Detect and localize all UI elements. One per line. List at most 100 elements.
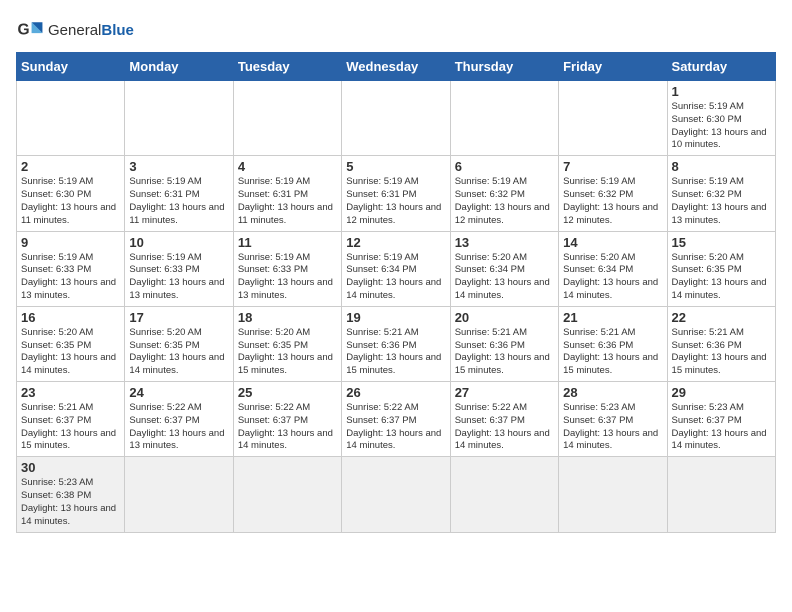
calendar-cell: 24 Sunrise: 5:22 AM Sunset: 6:37 PM Dayli…	[125, 382, 233, 457]
calendar-cell: 17 Sunrise: 5:20 AM Sunset: 6:35 PM Dayli…	[125, 306, 233, 381]
day-number: 24	[129, 385, 228, 400]
svg-text:G: G	[18, 22, 30, 39]
day-info: Sunrise: 5:19 AM Sunset: 6:31 PM Dayligh…	[129, 176, 228, 227]
day-info: Sunrise: 5:19 AM Sunset: 6:32 PM Dayligh…	[455, 176, 554, 227]
calendar-cell: 2Sunrise: 5:19 AM Sunset: 6:30 PM Daylig…	[17, 156, 125, 231]
calendar-cell: 20Sunrise: 5:21 AM Sunset: 6:36 PM Dayli…	[450, 306, 558, 381]
calendar-cell: 6Sunrise: 5:19 AM Sunset: 6:32 PM Daylig…	[450, 156, 558, 231]
day-number: 30	[21, 460, 120, 475]
day-number: 4	[238, 159, 337, 174]
calendar-cell	[125, 81, 233, 156]
day-info: Sunrise: 5:19 AM Sunset: 6:30 PM Dayligh…	[672, 101, 771, 152]
day-info: Sunrise: 5:20 AM Sunset: 6:35 PM Dayligh…	[672, 252, 771, 303]
day-info: Sunrise: 5:23 AM Sunset: 6:37 PM Dayligh…	[563, 402, 662, 453]
logo-text: GeneralBlue	[48, 22, 134, 39]
day-number: 1	[672, 84, 771, 99]
day-header-thursday: Thursday	[450, 53, 558, 81]
calendar-cell: 23 Sunrise: 5:21 AM Sunset: 6:37 PM Dayli…	[17, 382, 125, 457]
calendar-cell: 21 Sunrise: 5:21 AM Sunset: 6:36 PM Dayli…	[559, 306, 667, 381]
day-number: 23	[21, 385, 120, 400]
calendar-cell	[667, 457, 775, 532]
calendar-cell	[342, 457, 450, 532]
calendar-cell	[559, 457, 667, 532]
calendar-cell: 14 Sunrise: 5:20 AM Sunset: 6:34 PM Dayli…	[559, 231, 667, 306]
calendar-cell: 11Sunrise: 5:19 AM Sunset: 6:33 PM Dayli…	[233, 231, 341, 306]
day-header-monday: Monday	[125, 53, 233, 81]
calendar-cell	[233, 457, 341, 532]
calendar-cell: 27Sunrise: 5:22 AM Sunset: 6:37 PM Dayli…	[450, 382, 558, 457]
calendar-cell: 15 Sunrise: 5:20 AM Sunset: 6:35 PM Dayli…	[667, 231, 775, 306]
day-info: Sunrise: 5:22 AM Sunset: 6:37 PM Dayligh…	[346, 402, 445, 453]
calendar-cell: 19Sunrise: 5:21 AM Sunset: 6:36 PM Dayli…	[342, 306, 450, 381]
calendar-cell: 26 Sunrise: 5:22 AM Sunset: 6:37 PM Dayli…	[342, 382, 450, 457]
calendar-cell: 8 Sunrise: 5:19 AM Sunset: 6:32 PM Daylig…	[667, 156, 775, 231]
calendar-cell	[342, 81, 450, 156]
calendar-cell	[233, 81, 341, 156]
day-info: Sunrise: 5:20 AM Sunset: 6:34 PM Dayligh…	[455, 252, 554, 303]
day-number: 28	[563, 385, 662, 400]
week-row-6: 30Sunrise: 5:23 AM Sunset: 6:38 PM Dayli…	[17, 457, 776, 532]
day-info: Sunrise: 5:21 AM Sunset: 6:36 PM Dayligh…	[672, 327, 771, 378]
day-info: Sunrise: 5:19 AM Sunset: 6:32 PM Dayligh…	[672, 176, 771, 227]
day-number: 17	[129, 310, 228, 325]
week-row-1: 1 Sunrise: 5:19 AM Sunset: 6:30 PM Daylig…	[17, 81, 776, 156]
logo-icon: G	[16, 16, 44, 44]
day-info: Sunrise: 5:20 AM Sunset: 6:35 PM Dayligh…	[238, 327, 337, 378]
day-info: Sunrise: 5:22 AM Sunset: 6:37 PM Dayligh…	[238, 402, 337, 453]
calendar-cell: 7 Sunrise: 5:19 AM Sunset: 6:32 PM Daylig…	[559, 156, 667, 231]
calendar-cell: 28 Sunrise: 5:23 AM Sunset: 6:37 PM Dayli…	[559, 382, 667, 457]
day-info: Sunrise: 5:21 AM Sunset: 6:36 PM Dayligh…	[563, 327, 662, 378]
day-info: Sunrise: 5:19 AM Sunset: 6:32 PM Dayligh…	[563, 176, 662, 227]
day-number: 14	[563, 235, 662, 250]
day-header-sunday: Sunday	[17, 53, 125, 81]
calendar-cell: 12Sunrise: 5:19 AM Sunset: 6:34 PM Dayli…	[342, 231, 450, 306]
day-number: 3	[129, 159, 228, 174]
day-number: 8	[672, 159, 771, 174]
week-row-2: 2Sunrise: 5:19 AM Sunset: 6:30 PM Daylig…	[17, 156, 776, 231]
day-headers-row: SundayMondayTuesdayWednesdayThursdayFrid…	[17, 53, 776, 81]
day-info: Sunrise: 5:19 AM Sunset: 6:34 PM Dayligh…	[346, 252, 445, 303]
day-info: Sunrise: 5:23 AM Sunset: 6:37 PM Dayligh…	[672, 402, 771, 453]
calendar-cell: 29Sunrise: 5:23 AM Sunset: 6:37 PM Dayli…	[667, 382, 775, 457]
calendar-cell: 9Sunrise: 5:19 AM Sunset: 6:33 PM Daylig…	[17, 231, 125, 306]
calendar-cell: 18 Sunrise: 5:20 AM Sunset: 6:35 PM Dayli…	[233, 306, 341, 381]
day-number: 13	[455, 235, 554, 250]
day-number: 21	[563, 310, 662, 325]
day-number: 15	[672, 235, 771, 250]
day-number: 25	[238, 385, 337, 400]
day-info: Sunrise: 5:20 AM Sunset: 6:35 PM Dayligh…	[129, 327, 228, 378]
day-header-friday: Friday	[559, 53, 667, 81]
day-number: 18	[238, 310, 337, 325]
day-number: 5	[346, 159, 445, 174]
calendar-cell: 4Sunrise: 5:19 AM Sunset: 6:31 PM Daylig…	[233, 156, 341, 231]
calendar-cell	[559, 81, 667, 156]
day-info: Sunrise: 5:21 AM Sunset: 6:36 PM Dayligh…	[346, 327, 445, 378]
day-header-saturday: Saturday	[667, 53, 775, 81]
calendar-cell: 16Sunrise: 5:20 AM Sunset: 6:35 PM Dayli…	[17, 306, 125, 381]
day-info: Sunrise: 5:21 AM Sunset: 6:36 PM Dayligh…	[455, 327, 554, 378]
calendar-cell	[17, 81, 125, 156]
day-info: Sunrise: 5:19 AM Sunset: 6:33 PM Dayligh…	[21, 252, 120, 303]
calendar-cell: 3 Sunrise: 5:19 AM Sunset: 6:31 PM Daylig…	[125, 156, 233, 231]
week-row-4: 16Sunrise: 5:20 AM Sunset: 6:35 PM Dayli…	[17, 306, 776, 381]
day-number: 26	[346, 385, 445, 400]
day-info: Sunrise: 5:20 AM Sunset: 6:34 PM Dayligh…	[563, 252, 662, 303]
week-row-3: 9Sunrise: 5:19 AM Sunset: 6:33 PM Daylig…	[17, 231, 776, 306]
calendar-table: SundayMondayTuesdayWednesdayThursdayFrid…	[16, 52, 776, 533]
calendar-cell: 30Sunrise: 5:23 AM Sunset: 6:38 PM Dayli…	[17, 457, 125, 532]
calendar-cell: 25 Sunrise: 5:22 AM Sunset: 6:37 PM Dayli…	[233, 382, 341, 457]
day-info: Sunrise: 5:20 AM Sunset: 6:35 PM Dayligh…	[21, 327, 120, 378]
calendar-cell: 13 Sunrise: 5:20 AM Sunset: 6:34 PM Dayli…	[450, 231, 558, 306]
calendar-cell: 22Sunrise: 5:21 AM Sunset: 6:36 PM Dayli…	[667, 306, 775, 381]
logo: G GeneralBlue	[16, 16, 134, 44]
calendar-cell	[450, 81, 558, 156]
day-info: Sunrise: 5:19 AM Sunset: 6:33 PM Dayligh…	[129, 252, 228, 303]
day-info: Sunrise: 5:19 AM Sunset: 6:30 PM Dayligh…	[21, 176, 120, 227]
calendar-cell: 10Sunrise: 5:19 AM Sunset: 6:33 PM Dayli…	[125, 231, 233, 306]
day-info: Sunrise: 5:22 AM Sunset: 6:37 PM Dayligh…	[455, 402, 554, 453]
day-info: Sunrise: 5:19 AM Sunset: 6:31 PM Dayligh…	[346, 176, 445, 227]
day-info: Sunrise: 5:22 AM Sunset: 6:37 PM Dayligh…	[129, 402, 228, 453]
day-info: Sunrise: 5:19 AM Sunset: 6:33 PM Dayligh…	[238, 252, 337, 303]
day-info: Sunrise: 5:21 AM Sunset: 6:37 PM Dayligh…	[21, 402, 120, 453]
day-number: 7	[563, 159, 662, 174]
